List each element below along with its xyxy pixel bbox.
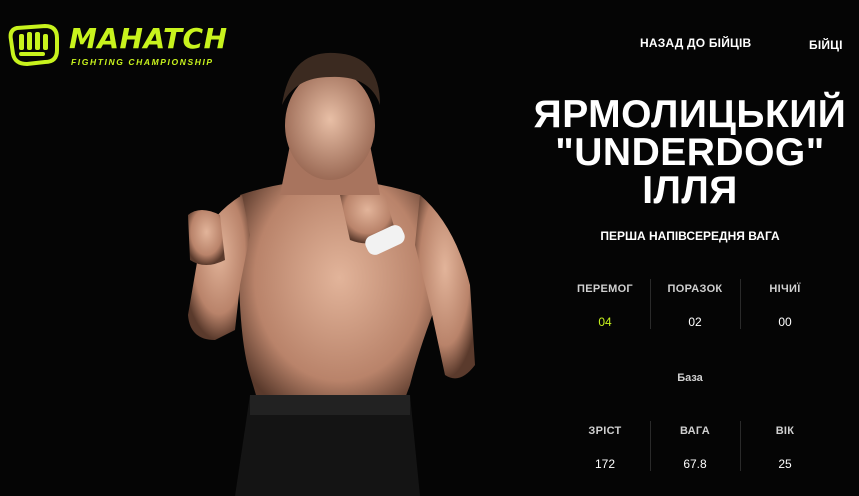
draws-value: 00 xyxy=(778,315,792,329)
body-stats: ЗРІСТ 172 ВАГА 67.8 ВІК 25 xyxy=(560,421,830,471)
stat-weight: ВАГА 67.8 xyxy=(650,421,740,471)
fighter-first-name: ІЛЛЯ xyxy=(642,169,738,212)
losses-value: 02 xyxy=(688,315,702,329)
back-to-fighters-link[interactable]: НАЗАД ДО БІЙЦІВ xyxy=(640,36,751,50)
height-label: ЗРІСТ xyxy=(588,425,622,437)
record-stats: ПЕРЕМОГ 04 ПОРАЗОК 02 НІЧИЇ 00 xyxy=(560,279,830,329)
weight-label: ВАГА xyxy=(679,425,711,437)
stat-height: ЗРІСТ 172 xyxy=(560,421,650,471)
draws-label: НІЧИЇ xyxy=(769,283,801,295)
age-label: ВІК xyxy=(775,425,795,437)
stat-losses: ПОРАЗОК 02 xyxy=(650,279,740,329)
weight-class: ПЕРША НАПІВСЕРЕДНЯ ВАГА xyxy=(600,229,780,243)
stat-draws: НІЧИЇ 00 xyxy=(740,279,830,329)
wins-label: ПЕРЕМОГ xyxy=(577,283,633,295)
weight-value: 67.8 xyxy=(683,457,707,471)
stat-wins: ПЕРЕМОГ 04 xyxy=(560,279,650,329)
losses-label: ПОРАЗОК xyxy=(667,283,723,295)
fist-icon xyxy=(8,24,59,66)
age-value: 25 xyxy=(778,457,792,471)
fighters-link[interactable]: БІЙЦІ xyxy=(809,38,843,52)
fighter-name: ЯРМОЛИЦЬКИЙ "UNDERDOG" ІЛЛЯ xyxy=(520,93,859,212)
wins-value: 04 xyxy=(598,315,612,329)
stat-age: ВІК 25 xyxy=(740,421,830,471)
fighter-nickname: "UNDERDOG" xyxy=(555,131,825,174)
fighter-photo xyxy=(188,52,475,496)
fighter-surname: ЯРМОЛИЦЬКИЙ xyxy=(533,93,847,136)
height-value: 172 xyxy=(594,457,616,471)
base-label: База xyxy=(677,372,703,384)
